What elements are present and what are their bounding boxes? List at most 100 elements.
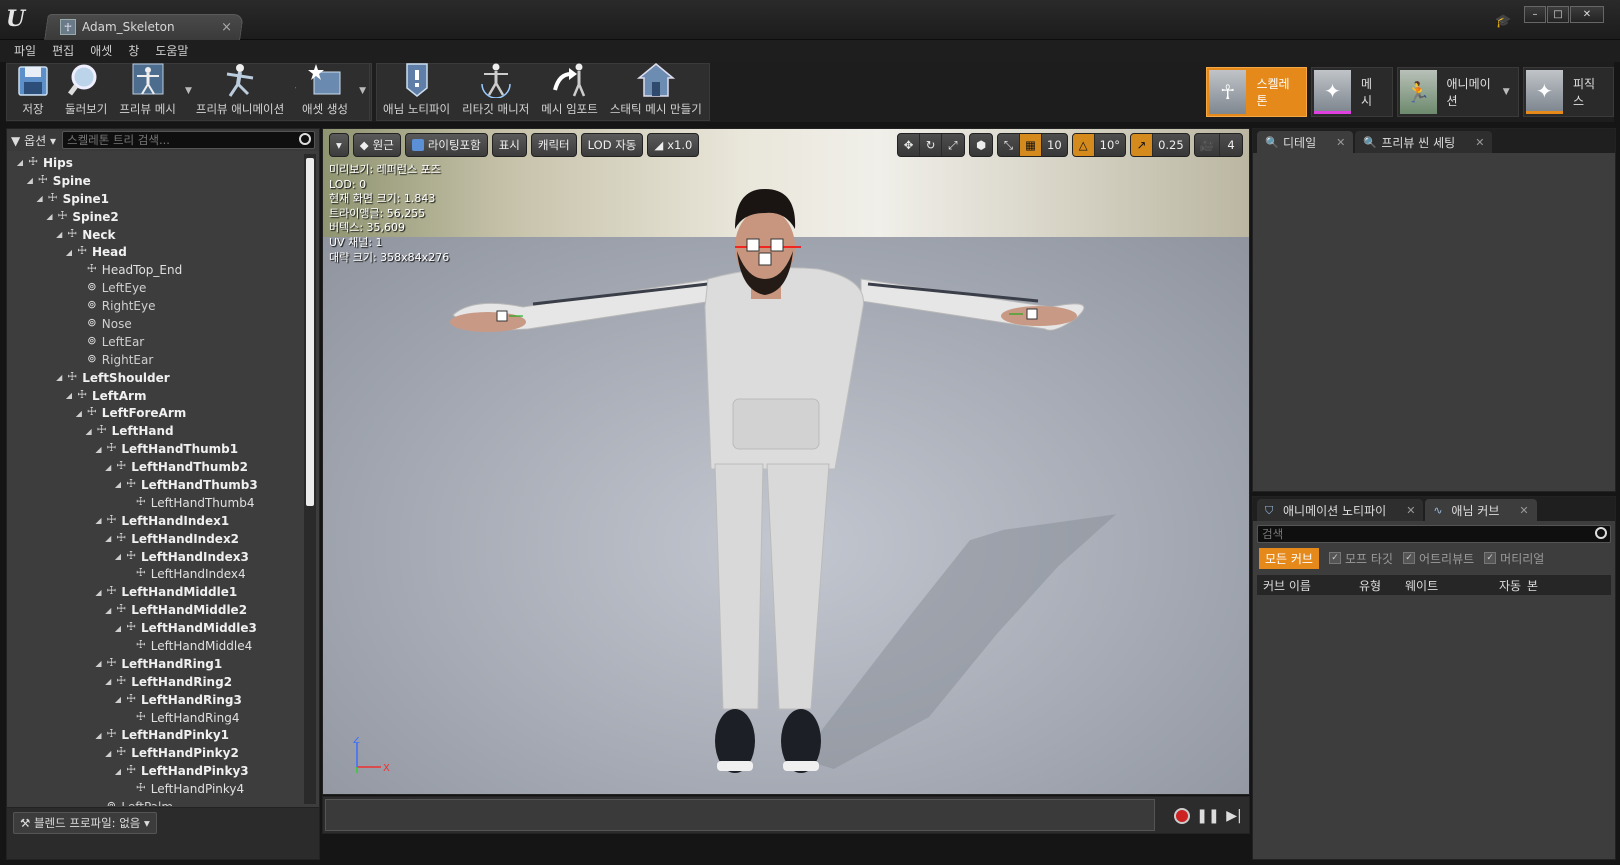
expand-arrow-icon[interactable]: ◢ <box>15 158 25 167</box>
tab-anim-curves[interactable]: ∿ 애님 커브 ✕ <box>1425 499 1537 521</box>
create-asset-button[interactable]: 애셋 생성 ▼ <box>296 64 366 120</box>
grid-snap-value[interactable]: 10 <box>1042 134 1067 156</box>
tab-animation-notifies[interactable]: ⛉ 애니메이션 노티파이 ✕ <box>1257 499 1424 521</box>
menu-help[interactable]: 도움말 <box>147 40 196 62</box>
options-dropdown[interactable]: ▼ 옵션 ▾ <box>11 132 56 149</box>
all-curves-toggle[interactable]: 모든 커브 <box>1259 547 1319 569</box>
curve-search-input[interactable]: 검색 <box>1257 525 1611 543</box>
expand-arrow-icon[interactable]: ◢ <box>93 731 103 740</box>
scale-icon[interactable]: ⤢ <box>942 134 964 156</box>
expand-arrow-icon[interactable]: ◢ <box>64 248 74 257</box>
preview-animation-button[interactable]: 프리뷰 애니메이션 ▼ <box>190 64 302 120</box>
playback-speed-button[interactable]: ◢ x1.0 <box>647 133 700 157</box>
expand-arrow-icon[interactable]: ◢ <box>35 194 45 203</box>
tree-item[interactable]: ☩ LeftHandIndex4 <box>7 565 303 583</box>
tree-item[interactable]: ◢ ☩ LeftHandThumb3 <box>7 476 303 494</box>
expand-arrow-icon[interactable]: ◢ <box>54 230 64 239</box>
create-asset-dropdown-icon[interactable]: ▼ <box>359 86 366 96</box>
camera-speed-value[interactable]: 4 <box>1220 134 1242 156</box>
skeleton-tree-scrollbar[interactable] <box>304 154 316 804</box>
tree-item[interactable]: ◢ ☩ LeftHandIndex2 <box>7 530 303 548</box>
close-window-button[interactable]: ✕ <box>1570 6 1604 23</box>
rotation-snap-value[interactable]: 10° <box>1095 134 1125 156</box>
expand-arrow-icon[interactable]: ◢ <box>103 677 113 686</box>
expand-arrow-icon[interactable]: ◢ <box>93 659 103 668</box>
tree-item[interactable]: ◢ ☩ Spine <box>7 172 303 190</box>
tree-item[interactable]: ☩ LeftHandMiddle4 <box>7 637 303 655</box>
pause-button[interactable]: ❚❚ <box>1196 805 1219 827</box>
tree-item[interactable]: ◢ ☩ LeftForeArm <box>7 404 303 422</box>
character-button[interactable]: 캐릭터 <box>530 133 577 157</box>
mode-skeleton[interactable]: ☥ 스켈레톤 <box>1206 67 1308 117</box>
attribute-checkbox[interactable]: ✓ 어트리뷰트 <box>1402 550 1474 567</box>
expand-arrow-icon[interactable]: ◢ <box>93 445 103 454</box>
tree-item[interactable]: ☩ HeadTop_End <box>7 261 303 279</box>
preview-character[interactable] <box>323 129 1250 795</box>
expand-arrow-icon[interactable]: ◢ <box>103 463 113 472</box>
retarget-manager-button[interactable]: 리타깃 매니저 <box>456 63 535 120</box>
menu-edit[interactable]: 편집 <box>44 40 82 62</box>
tree-item[interactable]: ◢ ☩ Neck <box>7 226 303 244</box>
expand-arrow-icon[interactable]: ◢ <box>44 212 54 221</box>
expand-arrow-icon[interactable]: ◢ <box>74 409 84 418</box>
tree-item[interactable]: ◢ ☩ LeftHandRing1 <box>7 655 303 673</box>
tree-item[interactable]: ◢ ☩ Hips <box>7 154 303 172</box>
morph-target-checkbox[interactable]: ✓ 모프 타깃 <box>1328 550 1393 567</box>
viewport[interactable]: ▾ ◆ 원근 라이팅포함 표시 캐릭터 LOD 자동 ◢ x1.0 ✥ ↻ ⤢ ⬢ … <box>322 128 1250 795</box>
tree-item[interactable]: ◢ ☩ LeftHand <box>7 422 303 440</box>
unreal-logo-icon[interactable]: U <box>6 6 30 32</box>
expand-arrow-icon[interactable]: ◢ <box>103 606 113 615</box>
tree-item[interactable]: ◢ ☩ LeftHandThumb2 <box>7 458 303 476</box>
scale-snap-value[interactable]: 0.25 <box>1153 134 1189 156</box>
tree-item[interactable]: ☩ LeftHandThumb4 <box>7 494 303 512</box>
tree-item[interactable]: ◢ ☩ Head <box>7 243 303 261</box>
expand-arrow-icon[interactable]: ◢ <box>93 516 103 525</box>
record-button[interactable] <box>1171 805 1193 827</box>
menu-asset[interactable]: 애셋 <box>82 40 120 62</box>
close-tab-icon[interactable]: × <box>221 20 232 35</box>
menu-window[interactable]: 창 <box>120 40 147 62</box>
camera-speed-icon[interactable]: 🎥 <box>1195 134 1220 156</box>
save-button[interactable]: 저장 <box>7 64 59 120</box>
expand-arrow-icon[interactable]: ◢ <box>113 624 123 633</box>
tree-item[interactable]: ◢ ☩ LeftHandMiddle2 <box>7 601 303 619</box>
expand-arrow-icon[interactable]: ◢ <box>84 427 94 436</box>
column-curve-name[interactable]: 커브 이름 <box>1257 577 1353 594</box>
tree-item[interactable]: ⊚ LeftEye <box>7 279 303 297</box>
expand-arrow-icon[interactable]: ◢ <box>113 552 123 561</box>
expand-arrow-icon[interactable]: ◢ <box>64 391 74 400</box>
tree-item[interactable]: ⊚ LeftEar <box>7 333 303 351</box>
tree-item[interactable]: ☩ LeftHandPinky4 <box>7 780 303 798</box>
skeleton-tree-search-input[interactable]: 스켈레톤 트리 검색... <box>62 131 315 149</box>
column-type[interactable]: 유형 <box>1353 577 1399 594</box>
surface-snap-icon[interactable]: ⤡ <box>998 134 1021 156</box>
tree-item[interactable]: ⊚ Nose <box>7 315 303 333</box>
column-weight[interactable]: 웨이트 <box>1399 577 1493 594</box>
browse-button[interactable]: 둘러보기 <box>59 64 113 120</box>
tutorial-hat-icon[interactable]: 🎓 <box>1495 14 1511 29</box>
scrollbar-thumb[interactable] <box>306 158 314 506</box>
close-tab-icon[interactable]: ✕ <box>1406 504 1415 517</box>
timeline-scrubber[interactable] <box>325 799 1155 831</box>
tree-item[interactable]: ◢ ☩ LeftHandRing3 <box>7 691 303 709</box>
mode-animation[interactable]: 🏃 애니메이션 ▼ <box>1396 67 1519 117</box>
column-auto[interactable]: 자동 <box>1493 577 1521 594</box>
step-forward-button[interactable]: ▶| <box>1223 805 1245 827</box>
tab-preview-scene-settings[interactable]: 🔍 프리뷰 씬 세팅 ✕ <box>1355 131 1493 153</box>
tree-item[interactable]: ◢ ☩ LeftHandPinky1 <box>7 727 303 745</box>
tree-item[interactable]: ◢ ☩ Spine2 <box>7 208 303 226</box>
anim-notify-button[interactable]: 애님 노티파이 <box>377 63 456 120</box>
close-tab-icon[interactable]: ✕ <box>1336 136 1345 149</box>
tree-item[interactable]: ☩ LeftHandRing4 <box>7 709 303 727</box>
expand-arrow-icon[interactable]: ◢ <box>113 695 123 704</box>
rotate-icon[interactable]: ↻ <box>920 134 943 156</box>
close-tab-icon[interactable]: ✕ <box>1519 504 1528 517</box>
tree-item[interactable]: ⊚ RightEye <box>7 297 303 315</box>
blend-profile-dropdown[interactable]: ⚒ 블렌드 프로파일: 없음 ▾ <box>13 812 157 834</box>
grid-snap-icon[interactable]: ▦ <box>1020 134 1043 156</box>
animation-mode-dropdown-icon[interactable]: ▼ <box>1503 87 1510 97</box>
expand-arrow-icon[interactable]: ◢ <box>25 176 35 185</box>
close-tab-icon[interactable]: ✕ <box>1475 136 1484 149</box>
tree-item[interactable]: ◢ ☩ Spine1 <box>7 190 303 208</box>
tree-item[interactable]: ◢ ☩ LeftShoulder <box>7 369 303 387</box>
